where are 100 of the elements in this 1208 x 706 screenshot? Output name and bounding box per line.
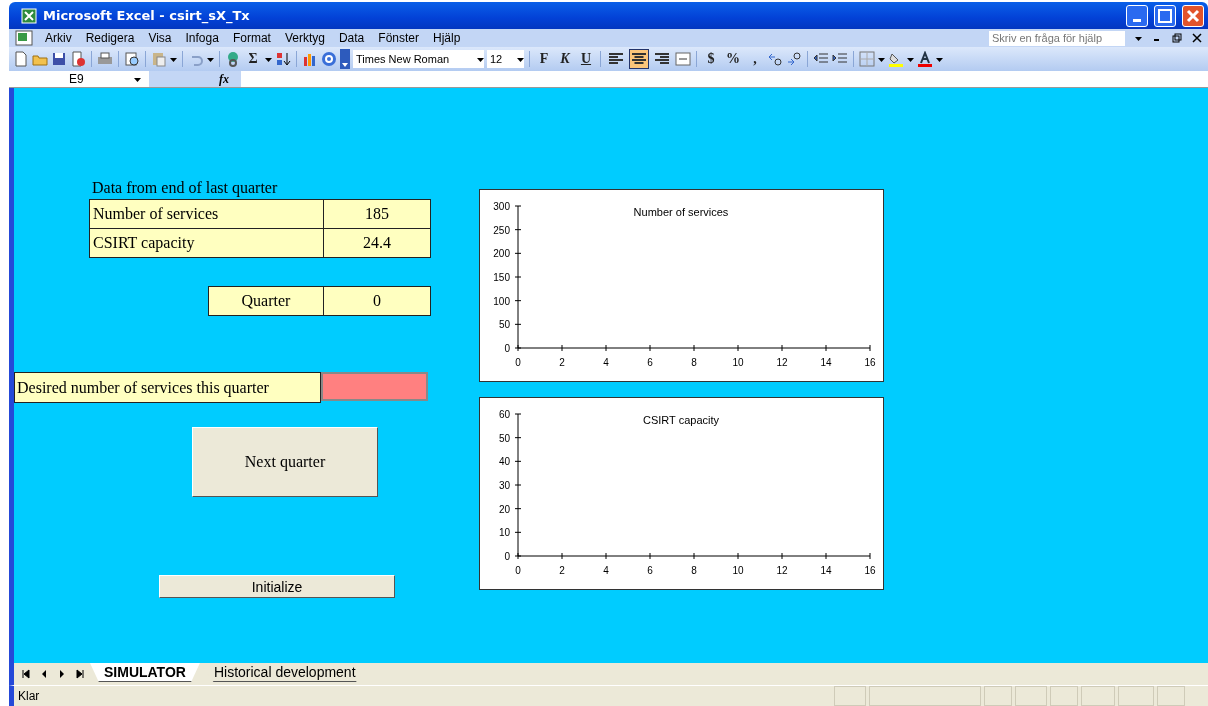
bold-button[interactable]: F [535,49,553,69]
spreadsheet-icon[interactable] [15,30,33,46]
menu-item[interactable]: Data [336,31,367,45]
menu-item[interactable]: Format [230,31,273,45]
font-size-field[interactable]: 12 [487,50,524,68]
x-tick-label: 10 [732,565,744,576]
chart-title: CSIRT capacity [643,414,719,426]
status-panel [1015,686,1047,706]
table-cell: Desired number of services this quarter [14,372,321,403]
printer-icon[interactable] [97,51,113,67]
comma-button[interactable]: , [746,49,764,69]
y-tick-label: 30 [498,480,510,491]
y-tick-label: 300 [493,201,510,212]
x-tick-label: 10 [732,357,744,368]
status-panel [1081,686,1115,706]
table-cell: 185 [323,200,430,228]
font-name-field[interactable]: Times New Roman [353,50,484,68]
autosum-button[interactable]: Σ [244,49,262,69]
y-tick-label: 0 [504,551,510,562]
y-tick-label: 40 [498,456,510,468]
fill-color-icon[interactable] [888,51,904,67]
menu-item[interactable]: Verktyg [282,31,327,45]
next-sheet-icon[interactable] [58,669,66,679]
spreadsheet-icon [21,7,37,24]
y-tick-label: 50 [498,432,510,444]
status-text: Klar [18,689,41,703]
y-tick-label: 250 [493,224,510,236]
input-field[interactable] [321,372,428,401]
percent-button[interactable]: % [723,49,743,69]
x-tick-label: 4 [603,565,609,576]
menu-item[interactable]: Fönster [376,31,421,45]
close-button[interactable] [1182,4,1204,27]
initialize-button[interactable]: Initialize [159,575,395,598]
minimize-icon [1133,19,1141,22]
currency-button[interactable]: $ [702,49,720,69]
x-tick-label: 8 [691,357,697,368]
section-heading: Data from end of last quarter [92,179,279,197]
font-color-icon[interactable] [917,51,933,67]
table-cell: 24.4 [323,228,430,257]
last-sheet-icon[interactable] [76,669,84,679]
menu-item[interactable]: Redigera [83,31,137,45]
y-tick-label: 0 [504,343,510,354]
chart-title: Number of services [633,206,729,218]
italic-button[interactable]: K [556,49,574,69]
x-tick-label: 2 [559,357,565,368]
x-tick-label: 6 [647,565,653,576]
globe-link-icon[interactable] [225,51,241,67]
sort-icon[interactable] [275,51,291,67]
x-tick-label: 16 [864,565,876,576]
menu-item[interactable]: Visa [146,31,174,45]
save-icon[interactable] [51,51,67,67]
y-tick-label: 10 [498,527,510,539]
bar-chart-icon[interactable] [302,51,318,67]
status-panel [1157,686,1185,706]
y-tick-label: 150 [493,272,510,283]
y-tick-label: 20 [498,503,510,515]
menu-item[interactable]: Arkiv [43,31,74,45]
x-tick-label: 2 [559,565,565,576]
menu-item[interactable]: Infoga [183,31,221,45]
previous-sheet-icon[interactable] [40,669,48,679]
y-tick-label: 200 [493,248,510,260]
toolbar-options-icon[interactable] [340,49,350,69]
x-tick-label: 0 [515,565,521,576]
x-tick-label: 14 [820,357,832,368]
table-cell-text: Quarter [240,291,292,311]
underline-button[interactable]: U [577,49,595,69]
permission-icon[interactable] [70,51,86,67]
menu-item[interactable]: Hjälp [431,31,463,45]
minimize-button[interactable] [1126,4,1148,27]
restore-icon[interactable] [1172,30,1182,46]
x-tick-label: 0 [515,357,521,368]
x-tick-label: 12 [776,357,788,368]
table-cell: CSIRT capacity [90,228,323,257]
name-box[interactable]: E9 [9,71,149,87]
status-panel [1050,686,1078,706]
x-tick-label: 6 [647,357,653,368]
table-cell-text: Number of services [92,204,220,224]
x-tick-label: 8 [691,565,697,576]
x-tick-label: 4 [603,357,609,368]
status-panel [834,686,866,706]
merge-cells-icon[interactable] [675,51,691,67]
first-sheet-icon[interactable] [22,669,30,679]
decrease-decimal-icon[interactable] [786,51,802,67]
new-document-icon[interactable] [13,51,29,67]
next-quarter-button[interactable]: Next quarter [192,427,378,497]
x-tick-label: 16 [864,357,876,368]
x-tick-label: 12 [776,565,788,576]
increase-decimal-icon[interactable] [767,51,783,67]
help-search-field[interactable]: Skriv en fråga för hjälp [989,30,1125,46]
print-preview-icon[interactable] [124,51,140,67]
status-panel [984,686,1012,706]
y-tick-label: 100 [493,295,510,307]
sheet-tab[interactable]: SIMULATOR [90,663,200,682]
maximize-button[interactable] [1154,4,1176,27]
status-panel [1118,686,1154,706]
y-tick-label: 50 [498,319,510,331]
help-icon[interactable] [321,51,337,67]
align-center-button[interactable] [629,49,649,69]
insert-function-button[interactable]: fx [219,71,229,87]
window-title: Microsoft Excel - csirt_sX_Tx [43,8,251,23]
